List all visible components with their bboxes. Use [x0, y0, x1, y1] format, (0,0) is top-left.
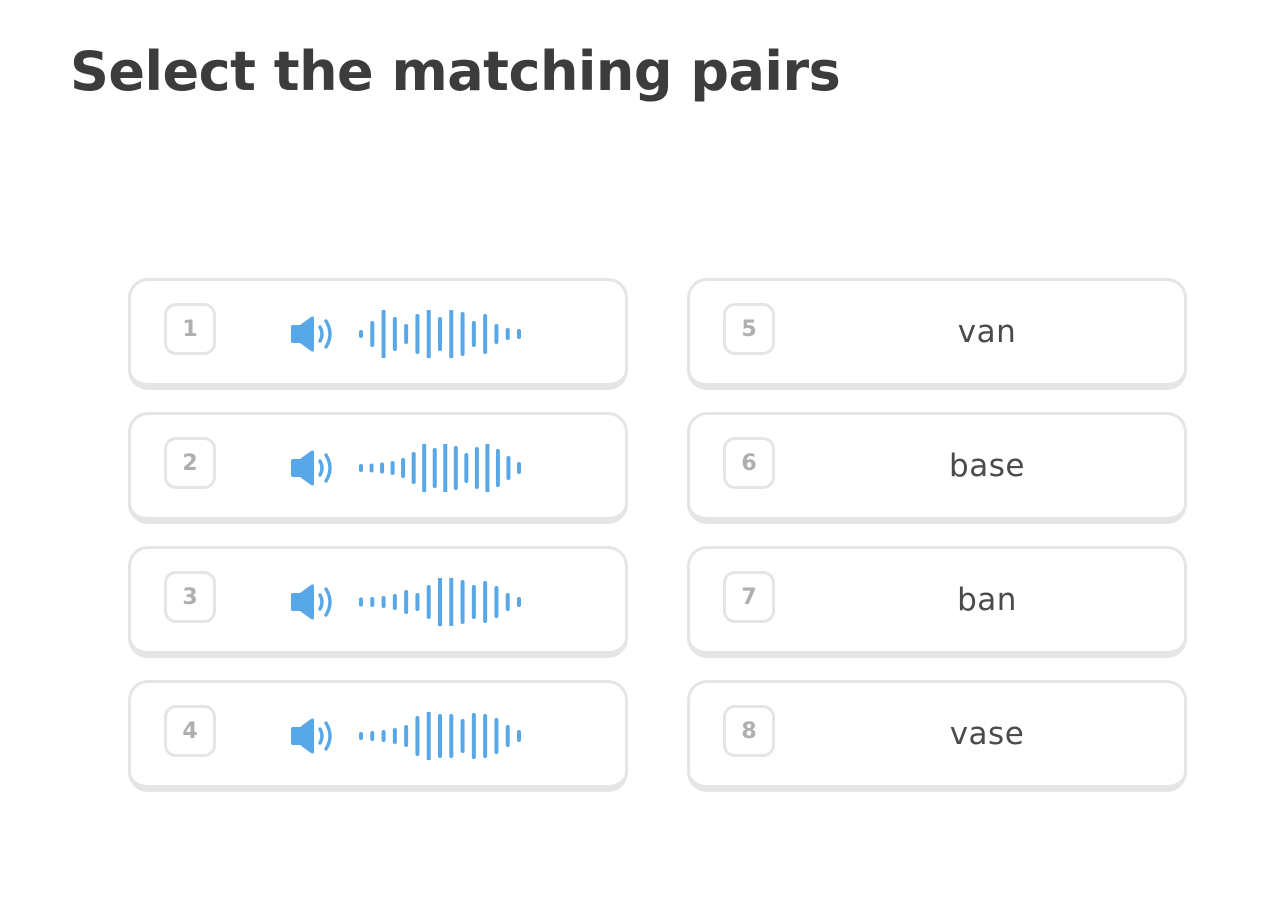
option-number-badge: 2: [164, 437, 216, 489]
option-word: van: [957, 314, 1017, 350]
word-option-card[interactable]: 5 van: [687, 278, 1187, 390]
option-word: ban: [957, 582, 1017, 618]
word-option-card[interactable]: 8 vase: [687, 680, 1187, 792]
waveform-icon: [359, 444, 521, 492]
speaker-icon: [291, 316, 332, 352]
option-number-badge: 1: [164, 303, 216, 355]
option-word: vase: [949, 716, 1025, 752]
option-number-badge: 8: [723, 705, 775, 757]
word-column: 5 van 6 base 7 ban 8 vase: [687, 278, 1187, 814]
audio-option-card[interactable]: 4: [128, 680, 628, 792]
option-number-badge: 5: [723, 303, 775, 355]
speaker-icon: [291, 718, 332, 754]
audio-column: 1 2 3 4: [128, 278, 628, 814]
option-number-badge: 4: [164, 705, 216, 757]
speaker-icon: [291, 584, 332, 620]
word-option-card[interactable]: 6 base: [687, 412, 1187, 524]
waveform-icon: [359, 578, 521, 626]
audio-clip: [289, 578, 521, 626]
waveform-icon: [359, 310, 521, 358]
option-number-badge: 6: [723, 437, 775, 489]
word-option-card[interactable]: 7 ban: [687, 546, 1187, 658]
option-number-badge: 7: [723, 571, 775, 623]
option-number-badge: 3: [164, 571, 216, 623]
audio-clip: [289, 444, 521, 492]
waveform-icon: [359, 712, 521, 760]
option-word: base: [949, 448, 1025, 484]
audio-option-card[interactable]: 1: [128, 278, 628, 390]
audio-option-card[interactable]: 2: [128, 412, 628, 524]
page-title: Select the matching pairs: [70, 40, 841, 103]
audio-clip: [289, 712, 521, 760]
audio-option-card[interactable]: 3: [128, 546, 628, 658]
audio-clip: [289, 310, 521, 358]
speaker-icon: [291, 450, 332, 486]
